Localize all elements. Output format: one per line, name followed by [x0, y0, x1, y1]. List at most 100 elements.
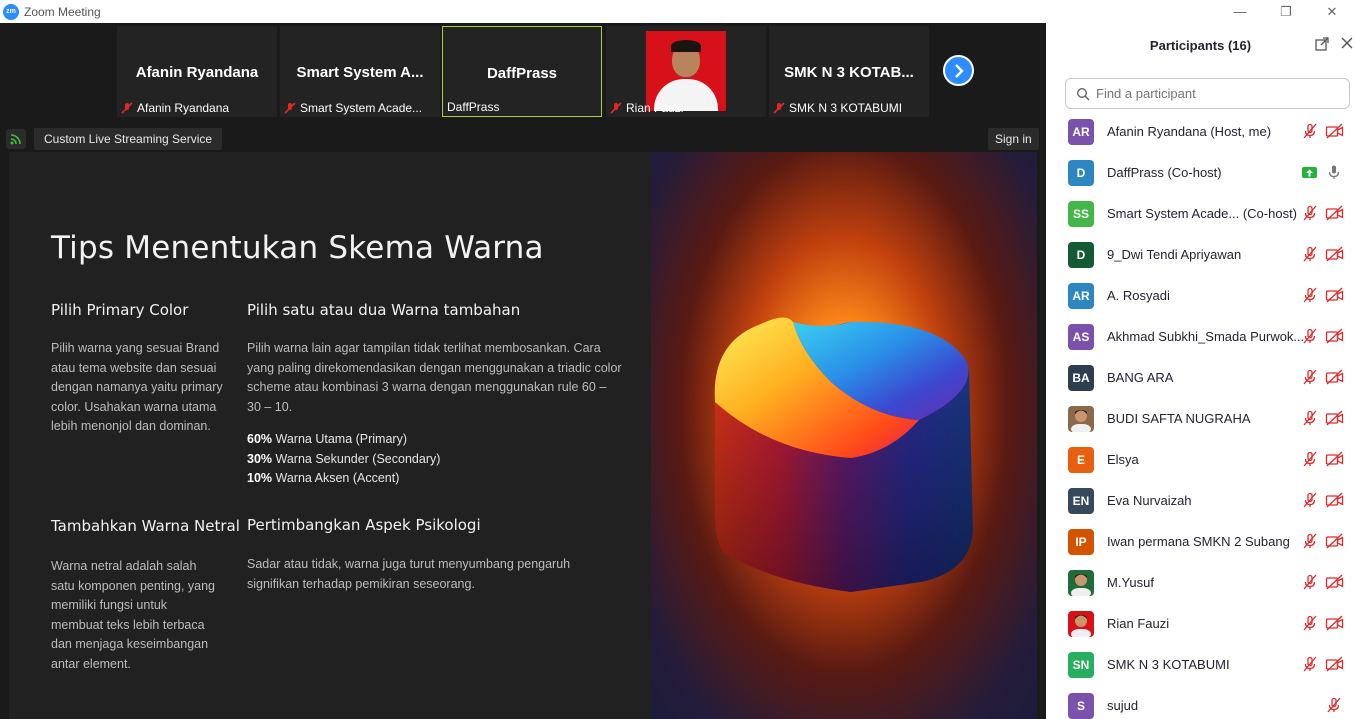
gallery-strip: Afanin Ryandana Afanin Ryandana Smart Sy…	[0, 23, 1046, 117]
participant-name: Smart System Acade... (Co-host)	[1107, 206, 1298, 221]
mic-muted-icon[interactable]	[1302, 328, 1318, 344]
camera-off-icon[interactable]	[1325, 410, 1344, 426]
video-tile[interactable]: Afanin Ryandana Afanin Ryandana	[117, 26, 277, 117]
section-body: Warna netral adalah salah satu komponen …	[51, 559, 216, 671]
tile-name: DaffPrass	[486, 65, 558, 82]
tile-name: Smart System A...	[296, 64, 424, 81]
video-tile[interactable]: Rian Fauzi	[606, 26, 766, 117]
video-tile[interactable]: SMK N 3 KOTAB... SMK N 3 KOTABUMI	[769, 26, 929, 117]
participant-name: SMK N 3 KOTABUMI	[1107, 657, 1230, 672]
mic-muted-icon[interactable]	[1302, 656, 1318, 672]
camera-off-icon[interactable]	[1325, 369, 1344, 385]
participant-row[interactable]: SS Smart System Acade... (Co-host)	[1046, 193, 1355, 234]
search-icon	[1076, 87, 1090, 101]
sign-in-button[interactable]: Sign in	[988, 128, 1039, 150]
search-input[interactable]	[1096, 86, 1346, 101]
participant-row[interactable]: M.Yusuf	[1046, 562, 1355, 603]
mic-muted-icon[interactable]	[1302, 451, 1318, 467]
tile-label: DaffPrass	[447, 100, 500, 114]
camera-off-icon[interactable]	[1325, 492, 1344, 508]
camera-off-icon[interactable]	[1325, 615, 1344, 631]
camera-off-icon[interactable]	[1325, 123, 1344, 139]
camera-off-icon[interactable]	[1325, 246, 1344, 262]
screen-share-icon	[1302, 167, 1317, 178]
participants-title: Participants (16)	[1149, 38, 1252, 53]
mic-muted-icon	[610, 102, 622, 114]
mic-muted-icon	[121, 102, 133, 114]
mic-muted-icon[interactable]	[1302, 123, 1318, 139]
rule-item: 10% Warna Aksen (Accent)	[247, 471, 400, 486]
camera-off-icon[interactable]	[1325, 574, 1344, 590]
participant-row[interactable]: BA BANG ARA	[1046, 357, 1355, 398]
meeting-area: Afanin Ryandana Afanin Ryandana Smart Sy…	[0, 23, 1046, 719]
tile-label: SMK N 3 KOTABUMI	[789, 101, 903, 115]
mic-muted-icon[interactable]	[1302, 410, 1318, 426]
avatar: AR	[1068, 119, 1094, 145]
mic-muted-icon[interactable]	[1302, 205, 1318, 221]
avatar: D	[1068, 242, 1094, 268]
camera-off-icon[interactable]	[1325, 287, 1344, 303]
participant-row[interactable]: IP Iwan permana SMKN 2 Subang	[1046, 521, 1355, 562]
restore-button[interactable]: ❐	[1263, 0, 1309, 23]
participant-row[interactable]: D 9_Dwi Tendi Apriyawan	[1046, 234, 1355, 275]
participant-name: Afanin Ryandana (Host, me)	[1107, 124, 1272, 139]
avatar-photo	[1068, 406, 1094, 432]
next-page-button[interactable]	[943, 55, 974, 86]
participant-row[interactable]: Ssujud	[1046, 685, 1355, 719]
video-tile[interactable]: Smart System A... Smart System Acade...	[280, 26, 440, 117]
mic-muted-icon[interactable]	[1302, 615, 1318, 631]
camera-off-icon[interactable]	[1325, 656, 1344, 672]
avatar: SN	[1068, 652, 1094, 678]
camera-off-icon[interactable]	[1325, 451, 1344, 467]
participant-name: Akhmad Subkhi_Smada Purwok...	[1107, 329, 1305, 344]
participant-row[interactable]: AR Afanin Ryandana (Host, me)	[1046, 111, 1355, 152]
mic-muted-icon[interactable]	[1302, 369, 1318, 385]
avatar-photo	[1068, 611, 1094, 637]
mic-muted-icon[interactable]	[1302, 574, 1318, 590]
participants-panel: Participants (16) AR Afanin Ryandana (Hos…	[1046, 23, 1355, 719]
participant-name: Elsya	[1107, 452, 1139, 467]
mic-muted-icon[interactable]	[1302, 246, 1318, 262]
participant-row[interactable]: E Elsya	[1046, 439, 1355, 480]
live-stream-label[interactable]: Custom Live Streaming Service	[34, 128, 223, 150]
mic-muted-icon[interactable]	[1302, 492, 1318, 508]
camera-off-icon[interactable]	[1325, 533, 1344, 549]
participant-row[interactable]: Rian Fauzi	[1046, 603, 1355, 644]
section-heading: Pertimbangkan Aspek Psikologi	[247, 516, 481, 534]
participant-video	[646, 31, 726, 111]
title-bar: zm Zoom Meeting — ❐ ✕	[0, 0, 1355, 23]
participant-name: BANG ARA	[1107, 370, 1174, 385]
mic-muted-icon[interactable]	[1326, 697, 1342, 713]
mic-muted-icon	[284, 102, 296, 114]
participant-name: sujud	[1107, 698, 1139, 713]
tile-name: Afanin Ryandana	[135, 64, 259, 81]
section-body: Pilih warna yang sesuai Brand atau tema …	[51, 341, 223, 434]
rule-list: 60% Warna Utama (Primary) 30% Warna Seku…	[247, 430, 440, 489]
live-stream-button[interactable]	[6, 129, 26, 149]
participant-row[interactable]: SN SMK N 3 KOTABUMI	[1046, 644, 1355, 685]
video-tile-active-speaker[interactable]: DaffPrass DaffPrass	[442, 26, 602, 117]
tile-label: Smart System Acade...	[300, 101, 423, 115]
participant-row[interactable]: EN Eva Nurvaizah	[1046, 480, 1355, 521]
mic-muted-icon[interactable]	[1302, 287, 1318, 303]
participant-row[interactable]: AR A. Rosyadi	[1046, 275, 1355, 316]
camera-off-icon[interactable]	[1325, 328, 1344, 344]
avatar: E	[1068, 447, 1094, 473]
color-wheel-illustration	[651, 152, 1037, 719]
participant-search[interactable]	[1065, 78, 1350, 109]
participant-row[interactable]: AS Akhmad Subkhi_Smada Purwok...	[1046, 316, 1355, 357]
rule-item: 30% Warna Sekunder (Secondary)	[247, 451, 441, 466]
participant-row[interactable]: D DaffPrass (Co-host)	[1046, 152, 1355, 193]
camera-off-icon[interactable]	[1325, 205, 1344, 221]
participant-row[interactable]: BUDI SAFTA NUGRAHA	[1046, 398, 1355, 439]
tile-name: SMK N 3 KOTAB...	[784, 64, 914, 81]
close-window-button[interactable]: ✕	[1309, 0, 1355, 23]
close-panel-icon[interactable]	[1340, 36, 1354, 50]
minimize-button[interactable]: —	[1217, 0, 1263, 23]
mic-muted-icon[interactable]	[1302, 533, 1318, 549]
popout-icon[interactable]	[1314, 36, 1330, 52]
mic-on-icon[interactable]	[1326, 164, 1342, 180]
tile-label: Afanin Ryandana	[137, 101, 230, 115]
participant-list: AR Afanin Ryandana (Host, me) D DaffPrass (…	[1046, 111, 1355, 719]
avatar: D	[1068, 160, 1094, 186]
